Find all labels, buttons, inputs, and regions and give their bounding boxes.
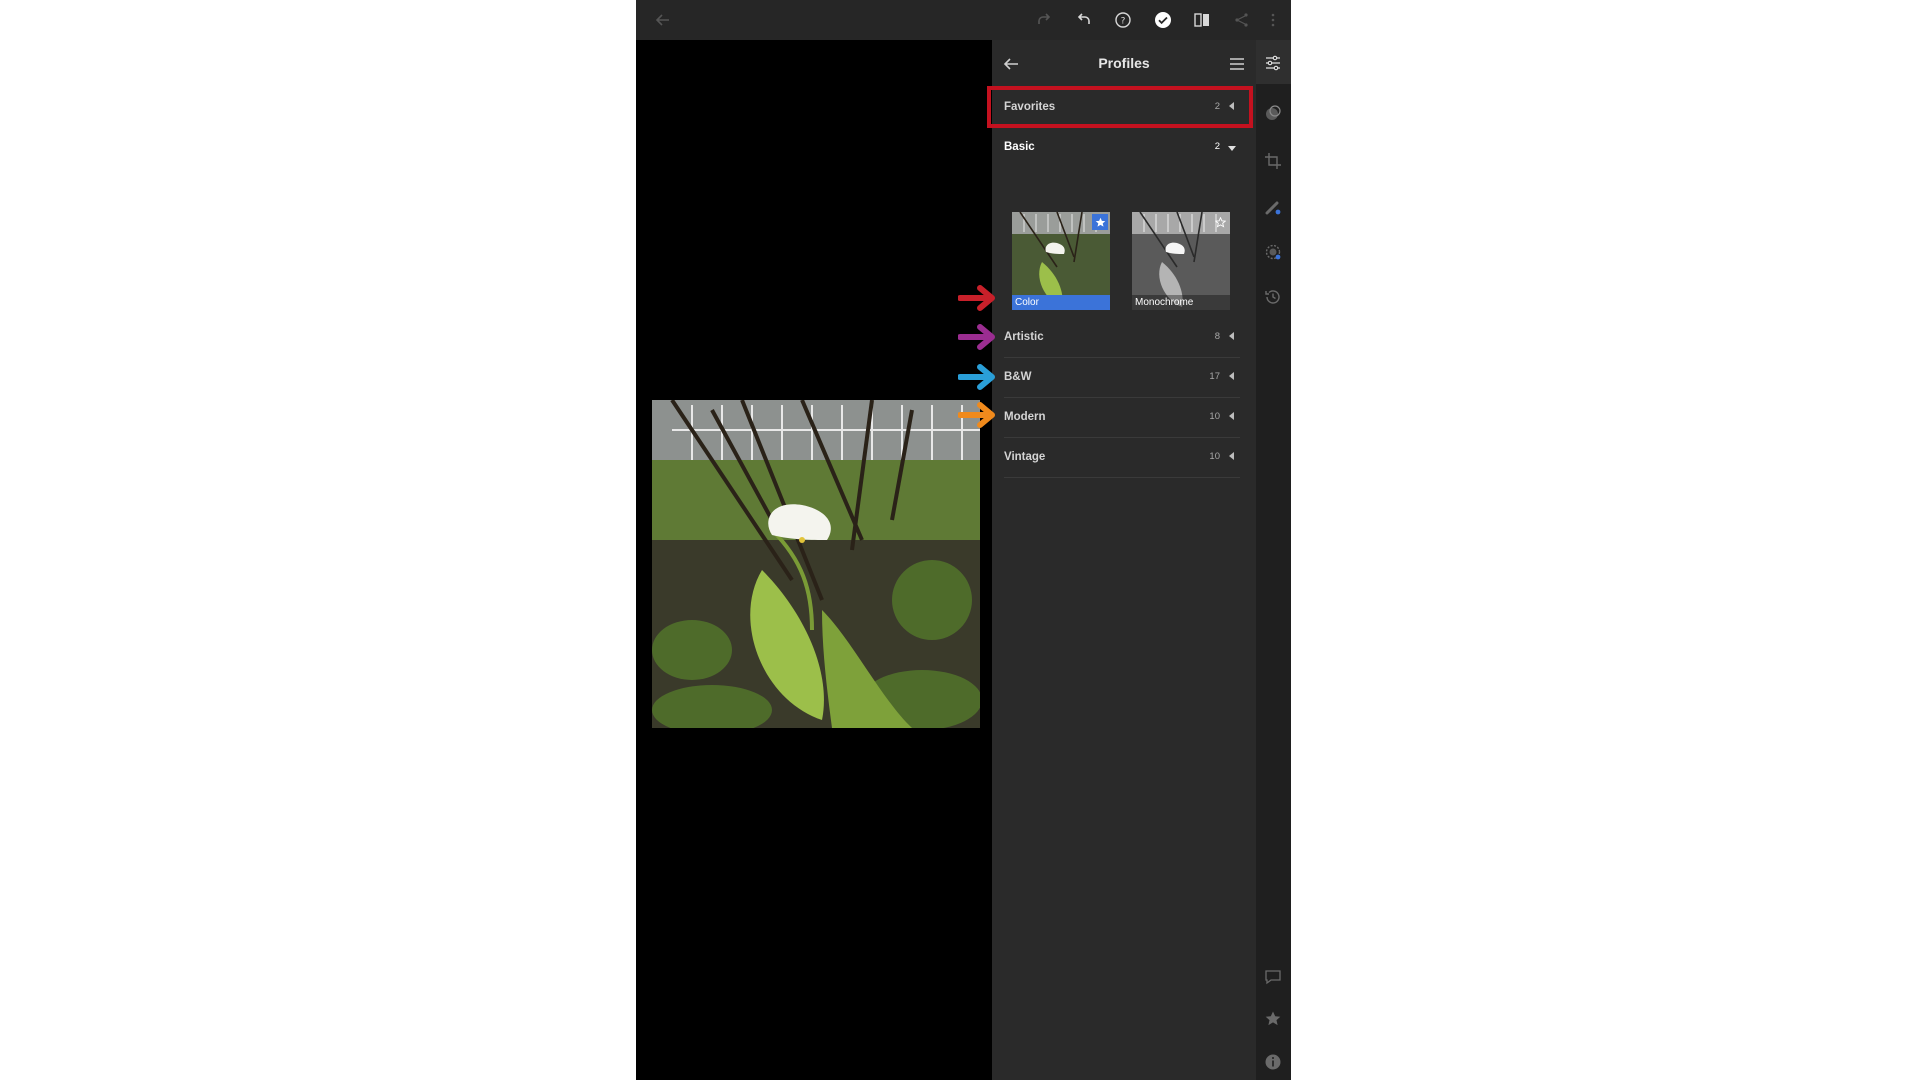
thumbnail-label: Color	[1012, 295, 1110, 310]
edit-sliders-icon[interactable]	[1262, 52, 1284, 74]
category-basic[interactable]: Basic 2	[1004, 128, 1240, 168]
caret-left-icon	[1229, 372, 1234, 380]
category-bw[interactable]: B&W 17	[1004, 358, 1240, 398]
done-check-icon[interactable]	[1151, 8, 1175, 32]
photo-canvas	[636, 40, 992, 1080]
annotation-arrow-modern	[957, 363, 998, 391]
more-vertical-icon[interactable]	[1261, 8, 1285, 32]
help-icon[interactable]: ?	[1111, 8, 1135, 32]
category-label: Basic	[1004, 141, 1035, 153]
category-label: Vintage	[1004, 451, 1046, 463]
caret-down-icon	[1228, 146, 1236, 151]
app-frame: ? Profiles Favorites 2 Basic 2 Color Mon…	[636, 0, 1291, 1080]
annotation-arrow-vintage	[957, 401, 998, 429]
caret-left-icon	[1229, 412, 1234, 420]
favorite-star-icon[interactable]	[1092, 214, 1108, 230]
versions-history-icon[interactable]	[1262, 286, 1284, 308]
category-count: 17	[1209, 371, 1220, 382]
category-artistic[interactable]: Artistic 8	[1004, 318, 1240, 358]
tool-strip	[1256, 40, 1291, 1080]
caret-left-icon	[1229, 332, 1234, 340]
comment-icon[interactable]	[1262, 966, 1284, 988]
category-label: Artistic	[1004, 331, 1044, 343]
thumbnail-label: Monochrome	[1132, 295, 1230, 310]
annotation-arrow-artistic	[957, 284, 998, 312]
category-count: 2	[1214, 141, 1220, 152]
category-modern[interactable]: Modern 10	[1004, 398, 1240, 438]
category-count: 10	[1209, 451, 1220, 462]
redo-icon[interactable]	[1032, 8, 1056, 32]
undo-icon[interactable]	[1072, 8, 1096, 32]
menu-icon[interactable]	[1226, 53, 1248, 75]
svg-text:?: ?	[1121, 17, 1126, 27]
panel-title: Profiles	[1098, 55, 1150, 71]
favorite-star-outline-icon[interactable]	[1212, 214, 1228, 230]
category-count: 8	[1214, 331, 1220, 342]
healing-icon[interactable]	[1262, 196, 1284, 218]
profile-thumbnail-color[interactable]: Color	[1012, 212, 1110, 310]
presets-icon[interactable]	[1262, 102, 1284, 124]
category-vintage[interactable]: Vintage 10	[1004, 438, 1240, 478]
share-icon[interactable]	[1230, 8, 1254, 32]
category-label: Modern	[1004, 411, 1046, 423]
category-count: 10	[1209, 411, 1220, 422]
top-toolbar: ?	[636, 0, 1291, 40]
category-label: B&W	[1004, 371, 1032, 383]
back-arrow-icon[interactable]	[651, 8, 675, 32]
panel-header: Profiles	[992, 40, 1256, 88]
photo-calla-lily	[652, 400, 980, 728]
favorites-highlight-box	[987, 86, 1253, 128]
info-icon[interactable]	[1262, 1051, 1284, 1073]
selective-icon[interactable]	[1262, 241, 1284, 263]
compare-icon[interactable]	[1190, 8, 1214, 32]
caret-left-icon	[1229, 452, 1234, 460]
annotation-arrow-bw	[957, 323, 998, 351]
crop-icon[interactable]	[1262, 150, 1284, 172]
profiles-panel: Profiles Favorites 2 Basic 2 Color Monoc…	[992, 40, 1256, 1080]
profile-thumbnail-monochrome[interactable]: Monochrome	[1132, 212, 1230, 310]
rating-star-icon[interactable]	[1262, 1008, 1284, 1030]
